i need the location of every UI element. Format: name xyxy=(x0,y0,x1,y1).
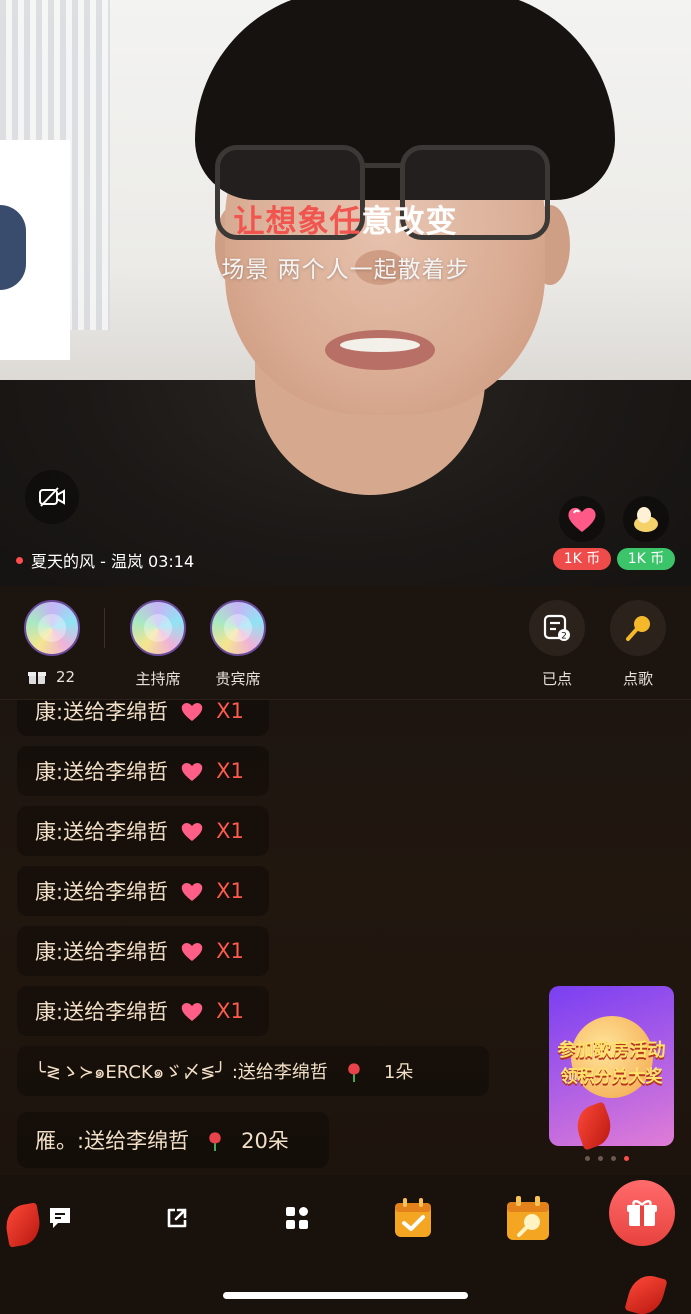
chat-message-count: 20朵 xyxy=(241,1129,289,1153)
rose-petal-decoration xyxy=(624,1271,668,1314)
now-playing-text: 夏天的风 - 温岚 03:14 xyxy=(31,552,195,571)
event-banner-title: 参加歌房活动 xyxy=(557,1040,666,1061)
host-seat-avatar[interactable] xyxy=(130,600,186,656)
gift-icon xyxy=(28,672,46,684)
divider xyxy=(104,608,105,648)
song-task-button[interactable] xyxy=(503,1193,553,1243)
rose-icon xyxy=(348,1063,360,1082)
share-icon xyxy=(167,1208,187,1228)
chat-message-text: 康:送给李绵哲 xyxy=(35,820,169,844)
home-indicator[interactable] xyxy=(223,1292,468,1299)
camera-off-icon xyxy=(39,487,65,507)
heart-gift-icon xyxy=(181,883,203,901)
chat-bubble-icon xyxy=(50,1208,70,1228)
lyric-line-next: 场景 两个人一起散着步 xyxy=(221,257,470,283)
chat-message: ╰≷ゝ≻๑ERCK๑ゞ〆≶╯ :送给李绵哲 1朵 xyxy=(17,1046,489,1096)
task-checklist-button[interactable] xyxy=(388,1193,438,1243)
page-dot xyxy=(585,1156,590,1161)
vip-seat-avatar[interactable] xyxy=(210,600,266,656)
playlist-icon: 2 xyxy=(543,614,570,642)
chat-message: 康:送给李绵哲 X1 xyxy=(17,986,269,1036)
coin-reward-right[interactable]: 1K 币 xyxy=(617,496,675,570)
rose-icon xyxy=(209,1132,221,1151)
coin-reward-left[interactable]: 1K 币 xyxy=(553,496,611,570)
heart-gift-icon xyxy=(559,496,605,542)
chat-message-text: 康:送给李绵哲 xyxy=(35,880,169,904)
bottom-toolbar xyxy=(0,1175,691,1314)
page-dot xyxy=(611,1156,616,1161)
seat-row: 22 主持席 贵宾席 2 已点 点歌 xyxy=(0,586,691,700)
mic-calendar-icon xyxy=(507,1196,549,1240)
banner-pagination xyxy=(585,1156,629,1161)
chat-message-count: X1 xyxy=(216,700,244,723)
chat-message-text: 康:送给李绵哲 xyxy=(35,1000,169,1024)
gift-count-value: 22 xyxy=(56,668,76,686)
ordered-badge: 2 xyxy=(561,632,567,642)
live-dot-icon xyxy=(16,556,23,564)
more-apps-button[interactable] xyxy=(272,1193,322,1243)
lyric-sung-part: 让想象任 xyxy=(233,204,362,240)
mouth xyxy=(325,330,435,370)
chat-message: 康:送给李绵哲 X1 xyxy=(17,926,269,976)
share-button[interactable] xyxy=(152,1193,202,1243)
camera-off-button[interactable] xyxy=(25,470,79,524)
calendar-check-icon xyxy=(395,1198,431,1237)
chat-message: 康:送给李绵哲 X1 xyxy=(17,866,269,916)
gift-box-icon xyxy=(627,1200,657,1226)
host-seat-label: 主持席 xyxy=(135,670,181,688)
grid-icon xyxy=(286,1207,308,1229)
event-banner[interactable]: 参加歌房活动 领积分兑大奖 xyxy=(549,986,674,1146)
chat-message-text: 康:送给李绵哲 xyxy=(35,700,169,724)
chat-message-count: X1 xyxy=(216,879,244,903)
chat-message: 雁。:送给李绵哲 20朵 xyxy=(17,1112,329,1168)
page-dot-active xyxy=(624,1156,629,1161)
heart-gift-icon xyxy=(181,763,203,781)
chat-message-count: X1 xyxy=(216,759,244,783)
send-gift-button[interactable] xyxy=(609,1180,675,1246)
chat-message-count: 1朵 xyxy=(383,1062,414,1083)
lyric-unsung-part: 意改变 xyxy=(361,204,458,240)
ordered-label: 已点 xyxy=(541,670,572,688)
heart-gift-icon xyxy=(181,1003,203,1021)
lyric-line-current: 让想象任意改变 xyxy=(0,196,691,241)
heart-gift-icon xyxy=(181,703,203,721)
coin-badge: 1K 币 xyxy=(617,548,675,570)
request-song-label: 点歌 xyxy=(622,670,653,688)
audience-avatar[interactable] xyxy=(24,600,80,656)
comment-button[interactable] xyxy=(35,1193,85,1243)
request-song-button[interactable] xyxy=(610,600,666,656)
event-banner-subtitle: 领积分兑大奖 xyxy=(560,1067,663,1087)
vip-seat-label: 贵宾席 xyxy=(215,670,261,688)
page-dot xyxy=(598,1156,603,1161)
now-playing: 夏天的风 - 温岚 03:14 xyxy=(16,548,194,572)
chat-message-text: 康:送给李绵哲 xyxy=(35,940,169,964)
coin-badge: 1K 币 xyxy=(553,548,611,570)
chat-message-count: X1 xyxy=(216,999,244,1023)
chat-message: 康:送给李绵哲 X1 xyxy=(17,700,269,736)
chat-message-text: 雁。:送给李绵哲 xyxy=(35,1129,190,1153)
chat-message: 康:送给李绵哲 X1 xyxy=(17,746,269,796)
chat-message-text: 康:送给李绵哲 xyxy=(35,760,169,784)
ordered-songs-button[interactable]: 2 xyxy=(529,600,585,656)
live-video: 让想象任意改变 场景 两个人一起散着步 夏天的风 - 温岚 03:14 1K 币… xyxy=(0,0,691,586)
chat-message-count: X1 xyxy=(216,939,244,963)
egg-gift-icon xyxy=(623,496,669,542)
gift-count: 22 xyxy=(28,668,75,686)
chat-message-count: X1 xyxy=(216,819,244,843)
chat-message: 康:送给李绵哲 X1 xyxy=(17,806,269,856)
microphone-icon xyxy=(626,616,650,641)
heart-gift-icon xyxy=(181,943,203,961)
chat-message-text: ╰≷ゝ≻๑ERCK๑ゞ〆≶╯ :送给李绵哲 xyxy=(35,1061,328,1083)
heart-gift-icon xyxy=(181,823,203,841)
